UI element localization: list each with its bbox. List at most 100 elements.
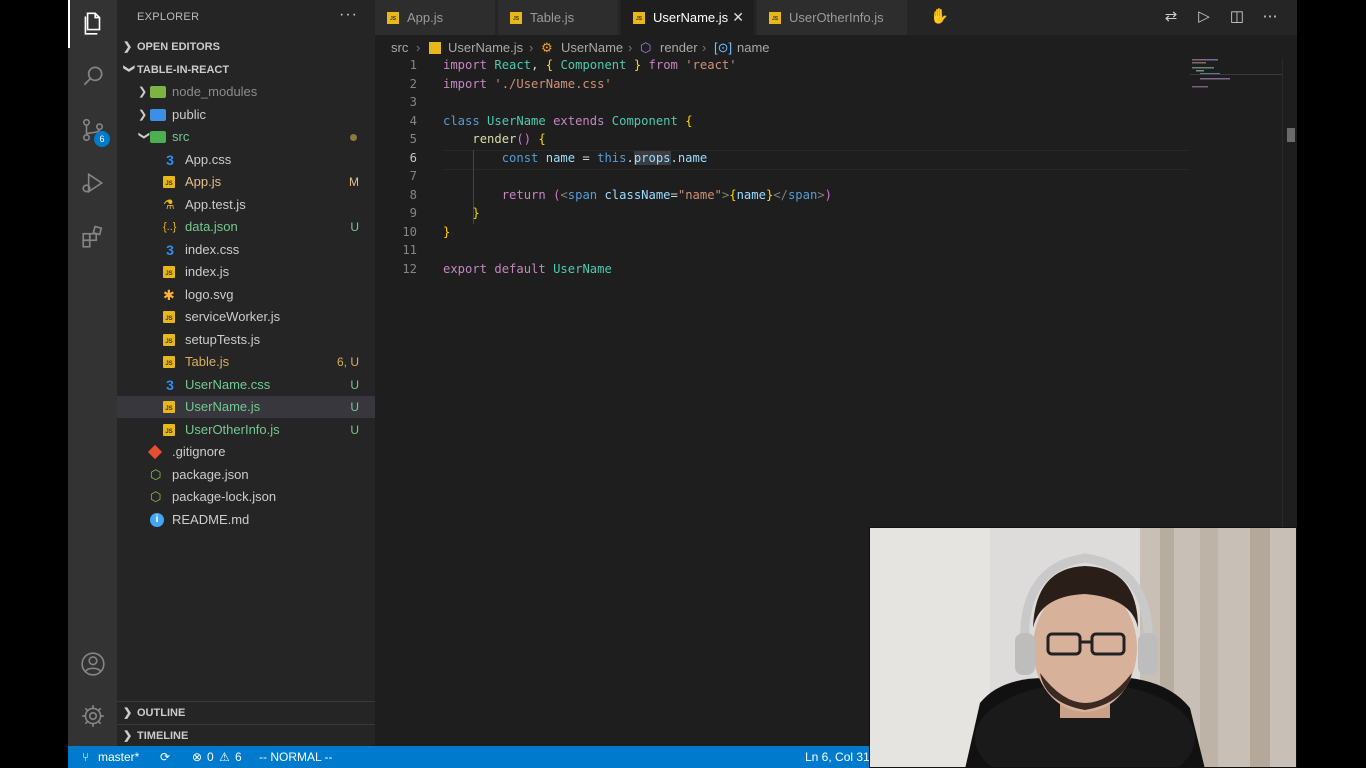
tree-item-label: public [172, 106, 206, 122]
breadcrumb-variable[interactable]: name [737, 38, 770, 58]
tree-item-userotherinfo-js[interactable]: JS UserOtherInfo.js U [117, 419, 375, 441]
tree-item-logo-svg[interactable]: ✱ logo.svg [117, 284, 375, 306]
branch-name[interactable]: master* [98, 746, 139, 768]
run-debug-icon[interactable] [80, 170, 106, 196]
tree-item-label: App.js [185, 174, 222, 189]
open-editors-header[interactable]: ❯ OPEN EDITORS [117, 36, 375, 58]
branch-icon: ⑂ [82, 750, 90, 764]
search-icon[interactable] [80, 63, 106, 89]
vim-mode: -- NORMAL -- [259, 750, 333, 764]
tree-item-label: App.css [185, 151, 232, 167]
account-icon[interactable] [80, 651, 106, 677]
tree-item-data-json[interactable]: {..} data.json U [117, 216, 375, 238]
tab-userotherinfo-js[interactable]: JS UserOtherInfo.js [757, 0, 907, 35]
tree-item-node-modules[interactable]: ❯ node_modules [117, 81, 375, 103]
split-editor-icon[interactable]: ◫ [1228, 8, 1246, 26]
tree-item-label: README.md [172, 511, 250, 527]
error-icon: ⊗ [192, 750, 203, 764]
tree-item-app-js[interactable]: JS App.js M [117, 171, 375, 193]
tree-item-label: src [172, 129, 190, 144]
folder-open-icon [150, 131, 166, 143]
git-status-badge: U [350, 220, 359, 234]
tree-item-src[interactable]: ❯ src [117, 126, 375, 148]
line-number: 10 [402, 224, 417, 239]
tree-item-username-css[interactable]: 3 UserName.css U [117, 374, 375, 396]
git-status-badge: M [349, 175, 359, 189]
js-file-icon: JS [633, 12, 645, 24]
tree-item-app-test-js[interactable]: ⚗ App.test.js [117, 194, 375, 216]
explorer-icon[interactable] [80, 10, 106, 36]
tree-item-serviceworker-js[interactable]: JS serviceWorker.js [117, 306, 375, 328]
tab-username-js[interactable]: JS UserName.js ✕ [621, 0, 754, 35]
class-symbol-icon: ⚙ [541, 40, 553, 55]
js-file-icon: JS [769, 12, 781, 24]
warning-count[interactable]: 6 [235, 746, 242, 768]
js-file-icon: JS [510, 12, 522, 24]
cursor-position[interactable]: Ln 6, Col 31 [805, 746, 870, 768]
test-file-icon: ⚗ [163, 196, 175, 212]
method-symbol-icon: ⬡ [640, 40, 652, 55]
breadcrumb-method[interactable]: render [660, 38, 698, 58]
close-tab-icon[interactable]: ✕ [732, 0, 744, 35]
tree-item-label: index.css [185, 241, 240, 257]
git-status-badge: U [350, 400, 359, 414]
run-icon[interactable]: ▷ [1195, 8, 1213, 26]
code-line[interactable]: import './UserName.css' [443, 77, 612, 91]
tree-item-label: package.json [172, 466, 249, 482]
more-actions-icon[interactable]: ··· [339, 6, 358, 24]
line-number: 1 [409, 58, 417, 72]
tree-item-index-css[interactable]: 3 index.css [117, 239, 375, 261]
project-header[interactable]: ❯ TABLE-IN-REACT [117, 59, 375, 81]
tree-item-public[interactable]: ❯ public [117, 104, 375, 126]
css-file-icon: 3 [166, 376, 174, 393]
js-file-icon: JS [163, 356, 175, 368]
extensions-icon[interactable] [80, 224, 106, 250]
code-line[interactable]: } [443, 206, 479, 220]
tab-app-js[interactable]: JS App.js [375, 0, 495, 35]
code-line[interactable]: const name = this.props.name [443, 150, 707, 165]
code-line[interactable]: export default UserName [443, 262, 612, 276]
error-count[interactable]: 0 [207, 746, 214, 768]
breadcrumb-separator-icon: › [529, 40, 534, 55]
tree-item-username-js[interactable]: JS UserName.js U [117, 396, 375, 418]
tree-item-readme-md[interactable]: i README.md [117, 509, 375, 531]
js-file-icon: JS [163, 401, 175, 413]
js-file-icon: JS [387, 12, 399, 24]
tree-item-index-js[interactable]: JS index.js [117, 261, 375, 283]
more-actions-icon[interactable]: ⋯ [1261, 8, 1279, 26]
code-line[interactable]: return (<span className="name">{name}</s… [443, 188, 832, 202]
js-file-icon: JS [163, 266, 175, 278]
sidebar-title: EXPLORER [137, 11, 200, 23]
tree-item-setuptests-js[interactable]: JS setupTests.js [117, 329, 375, 351]
code-line[interactable]: import React, { Component } from 'react' [443, 58, 737, 72]
code-line[interactable]: } [443, 225, 450, 239]
tree-item-label: logo.svg [185, 286, 234, 302]
breadcrumb-separator-icon: › [416, 40, 421, 55]
css-file-icon: 3 [166, 151, 174, 168]
timeline-header[interactable]: ❯ TIMELINE [117, 724, 375, 747]
tree-item-gitignore[interactable]: .gitignore [117, 441, 375, 463]
tree-item-label: .gitignore [172, 444, 226, 459]
tab-table-js[interactable]: JS Table.js [498, 0, 618, 35]
scrollbar-thumb[interactable] [1287, 128, 1295, 142]
tree-item-package-json[interactable]: ⬡ package.json [117, 464, 375, 486]
tree-item-package-lock-json[interactable]: ⬡ package-lock.json [117, 486, 375, 508]
git-status-badge: 6, U [336, 355, 359, 369]
modified-dot-icon [350, 134, 357, 141]
sync-icon[interactable]: ⟳ [160, 746, 170, 768]
css-file-icon: 3 [166, 241, 174, 258]
open-changes-icon[interactable]: ⇄ [1162, 8, 1180, 26]
code-line[interactable]: class UserName extends Component { [443, 114, 693, 128]
breadcrumb-file[interactable]: UserName.js [448, 38, 523, 58]
breadcrumb-folder[interactable]: src [391, 38, 408, 58]
tree-item-table-js[interactable]: JS Table.js 6, U [117, 351, 375, 373]
tree-item-app-css[interactable]: 3 App.css [117, 149, 375, 171]
chevron-right-icon: ❯ [123, 707, 133, 719]
tree-item-label: node_modules [172, 84, 258, 99]
settings-gear-icon[interactable] [80, 703, 106, 729]
breadcrumb-class[interactable]: UserName [561, 38, 623, 58]
outline-header[interactable]: ❯ OUTLINE [117, 701, 375, 724]
code-line[interactable]: render() { [443, 132, 545, 146]
minimap[interactable] [1190, 58, 1290, 98]
editor-tab-bar: JS App.js JS Table.js JS UserName.js ✕ J… [375, 0, 1297, 35]
